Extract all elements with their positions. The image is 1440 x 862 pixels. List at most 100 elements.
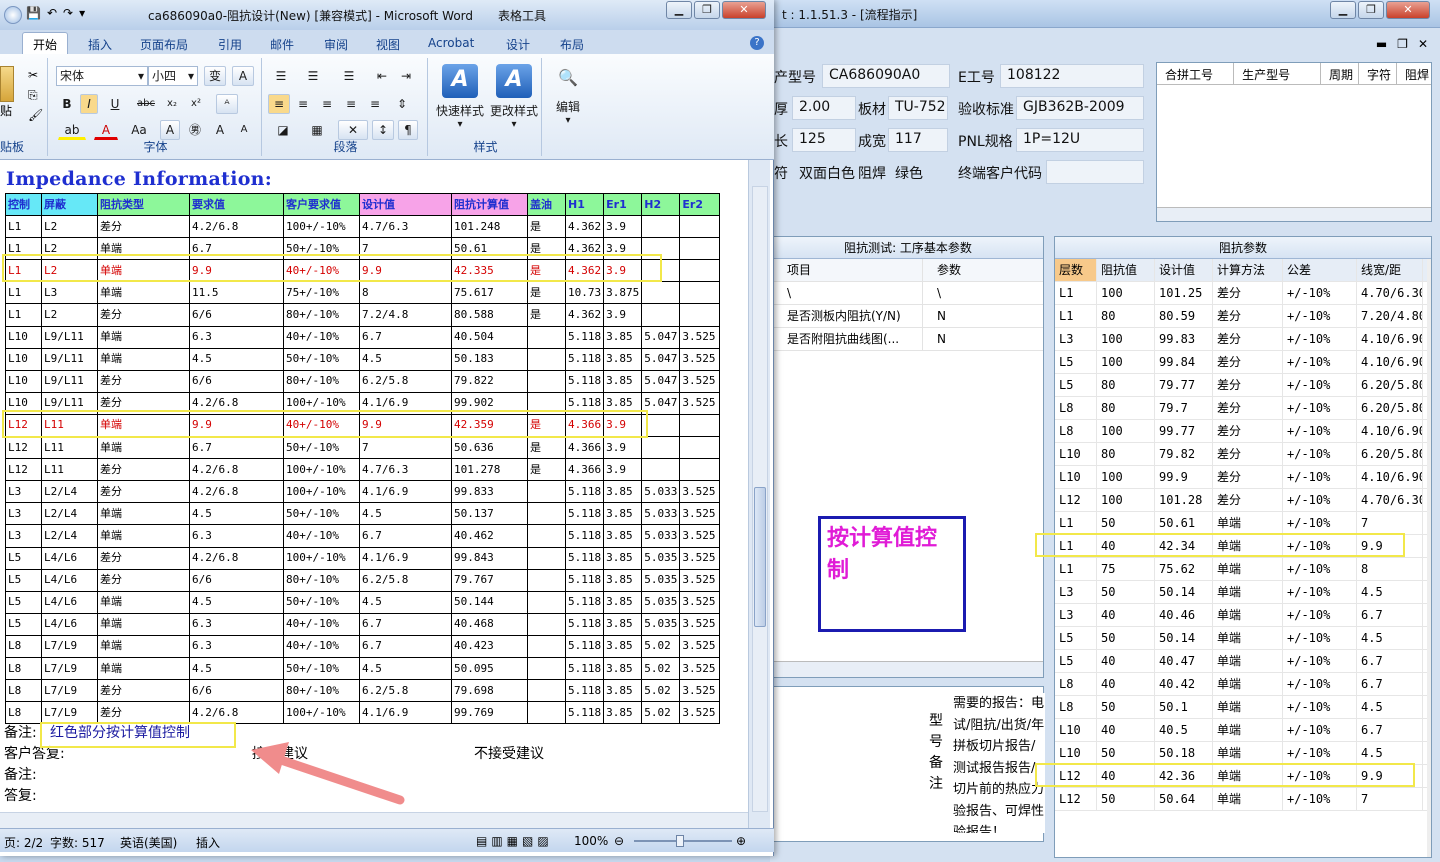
tab-references[interactable]: 引用 (218, 36, 242, 53)
table-cell[interactable]: 3.525 (679, 524, 721, 548)
table-row[interactable]: L5 50 50.14 单端 +/-10% 4.5 (1055, 627, 1431, 650)
table-cell[interactable]: 3.85 (603, 524, 643, 548)
document-vscrollbar[interactable] (752, 186, 768, 812)
close-icon[interactable]: ✕ (722, 1, 766, 19)
table-cell[interactable]: 6.2/5.8 (359, 679, 452, 703)
table-cell[interactable] (527, 369, 566, 393)
table-cell[interactable]: L2/L4 (41, 480, 98, 504)
table-cell[interactable]: 4.5 (189, 502, 284, 526)
table-cell[interactable]: L2 (41, 303, 98, 327)
table-cell[interactable] (527, 612, 566, 636)
undo-icon[interactable]: ↶ (47, 6, 57, 20)
table-cell[interactable]: 101.278 (451, 458, 528, 482)
tab-home[interactable]: 开始 (22, 32, 69, 54)
underline-icon[interactable]: U (104, 94, 126, 114)
table-cell[interactable]: 3.85 (603, 612, 643, 636)
table-cell[interactable]: 差分 (97, 215, 190, 239)
table-cell[interactable]: L8 (5, 634, 42, 658)
imp-header-cell[interactable]: 设计值 (1155, 259, 1213, 281)
table-cell[interactable]: L1 (5, 281, 42, 305)
table-cell[interactable]: 50.144 (451, 590, 528, 614)
table-row[interactable]: L8 40 40.42 单端 +/-10% 6.7 (1055, 673, 1431, 696)
table-cell[interactable]: 50+/-10% (283, 502, 360, 526)
table-cell[interactable] (527, 502, 566, 526)
table-row[interactable]: L8 80 79.7 差分 +/-10% 6.20/5.80 (1055, 397, 1431, 420)
table-cell[interactable]: 单端 (97, 634, 190, 658)
table-cell[interactable]: 5.118 (564, 347, 605, 371)
table-cell[interactable]: L10 (5, 347, 42, 371)
table-cell[interactable]: 5.118 (564, 546, 605, 570)
table-cell[interactable]: 单端 (97, 524, 190, 548)
table-cell[interactable]: 差分 (97, 568, 190, 592)
table-cell[interactable]: L11 (41, 436, 98, 460)
table-cell[interactable]: 3.9 (603, 215, 643, 239)
table-cell[interactable]: 单端 (97, 281, 190, 305)
table-row[interactable]: L8 L7/L9 单端 4.5 50+/-10% 4.5 50.095 5.118 3.85 5.… (5, 656, 721, 681)
table-cell[interactable]: 6.7 (189, 436, 284, 460)
bold-icon[interactable]: B (58, 94, 76, 114)
table-cell[interactable]: 40.468 (451, 612, 528, 636)
table-cell[interactable]: 8 (359, 281, 452, 305)
table-cell[interactable]: 5.118 (564, 369, 605, 393)
table-cell[interactable]: 5.033 (641, 480, 681, 504)
table-cell[interactable]: 40+/-10% (283, 634, 360, 658)
vscroll-thumb[interactable] (754, 487, 766, 627)
table-row[interactable]: L12 50 50.64 单端 +/-10% 7 (1055, 788, 1431, 811)
table-cell[interactable] (527, 546, 566, 570)
table-cell[interactable] (641, 215, 681, 239)
table-cell[interactable]: 3.525 (679, 612, 721, 636)
reject-suggestion[interactable]: 不接受建议 (474, 744, 544, 765)
table-cell[interactable] (527, 656, 566, 681)
table-cell[interactable]: 差分 (97, 679, 190, 703)
table-cell[interactable]: 单端 (97, 325, 190, 349)
status-word-count[interactable]: 字数: 517 (50, 834, 105, 851)
copy-icon[interactable]: ⎘ (28, 88, 38, 103)
table-row[interactable]: L8 50 50.1 单端 +/-10% 4.5 (1055, 696, 1431, 719)
imp-header-cell[interactable]: 计算方法 (1213, 259, 1283, 281)
table-cell[interactable]: 5.02 (641, 701, 681, 725)
merge-col-mask[interactable]: 阻焊 (1397, 63, 1431, 84)
table-cell[interactable] (679, 215, 721, 239)
table-cell[interactable]: 99.769 (451, 701, 528, 725)
table-cell[interactable]: L8 (5, 679, 42, 703)
table-cell[interactable]: L7/L9 (41, 701, 98, 725)
table-cell[interactable]: 50+/-10% (283, 590, 360, 614)
chinese-layout-icon[interactable]: ✕ (338, 120, 368, 140)
table-cell[interactable]: 6.3 (189, 524, 284, 548)
table-cell[interactable]: 100+/-10% (283, 215, 360, 239)
table-row[interactable]: L5 L4/L6 单端 6.3 40+/-10% 6.7 40.468 5.118 3.85 5.… (5, 612, 721, 636)
table-cell[interactable]: 5.047 (641, 347, 681, 371)
table-row[interactable]: L8 L7/L9 单端 6.3 40+/-10% 6.7 40.423 5.118 3.85 5.… (5, 634, 721, 658)
table-cell[interactable]: 3.525 (679, 369, 721, 393)
table-cell[interactable]: 3.85 (603, 701, 643, 725)
zoom-slider[interactable] (634, 835, 732, 847)
numbering-icon[interactable]: ☰ (298, 66, 328, 86)
table-cell[interactable]: 4.5 (359, 656, 452, 681)
table-cell[interactable]: L9/L11 (41, 325, 98, 349)
save-icon[interactable]: 💾 (26, 6, 41, 20)
cut-icon[interactable]: ✂ (28, 68, 38, 82)
table-cell[interactable]: L8 (5, 701, 42, 725)
table-cell[interactable]: 差分 (97, 303, 190, 327)
table-cell[interactable]: 单端 (97, 590, 190, 614)
table-cell[interactable]: L7/L9 (41, 679, 98, 703)
multilevel-list-icon[interactable]: ☰ (334, 66, 364, 86)
table-cell[interactable]: 11.5 (189, 281, 284, 305)
table-cell[interactable]: 75+/-10% (283, 281, 360, 305)
table-cell[interactable]: 单端 (97, 436, 190, 460)
table-cell[interactable]: 100+/-10% (283, 458, 360, 482)
table-cell[interactable] (641, 436, 681, 460)
table-cell[interactable] (679, 458, 721, 482)
char-border-icon[interactable]: A (232, 66, 254, 86)
table-cell[interactable]: L5 (5, 546, 42, 570)
table-cell[interactable]: 单端 (97, 347, 190, 371)
table-cell[interactable]: 7.2/4.8 (359, 303, 452, 327)
table-cell[interactable]: L2 (41, 215, 98, 239)
table-cell[interactable]: 4.366 (564, 436, 605, 460)
table-cell[interactable]: 40.462 (451, 524, 528, 548)
table-cell[interactable]: 99.833 (451, 480, 528, 504)
minimize-icon[interactable]: ▁ (1330, 1, 1356, 19)
table-cell[interactable]: 3.85 (603, 502, 643, 526)
table-cell[interactable]: L10 (5, 325, 42, 349)
table-cell[interactable]: 4.5 (189, 590, 284, 614)
